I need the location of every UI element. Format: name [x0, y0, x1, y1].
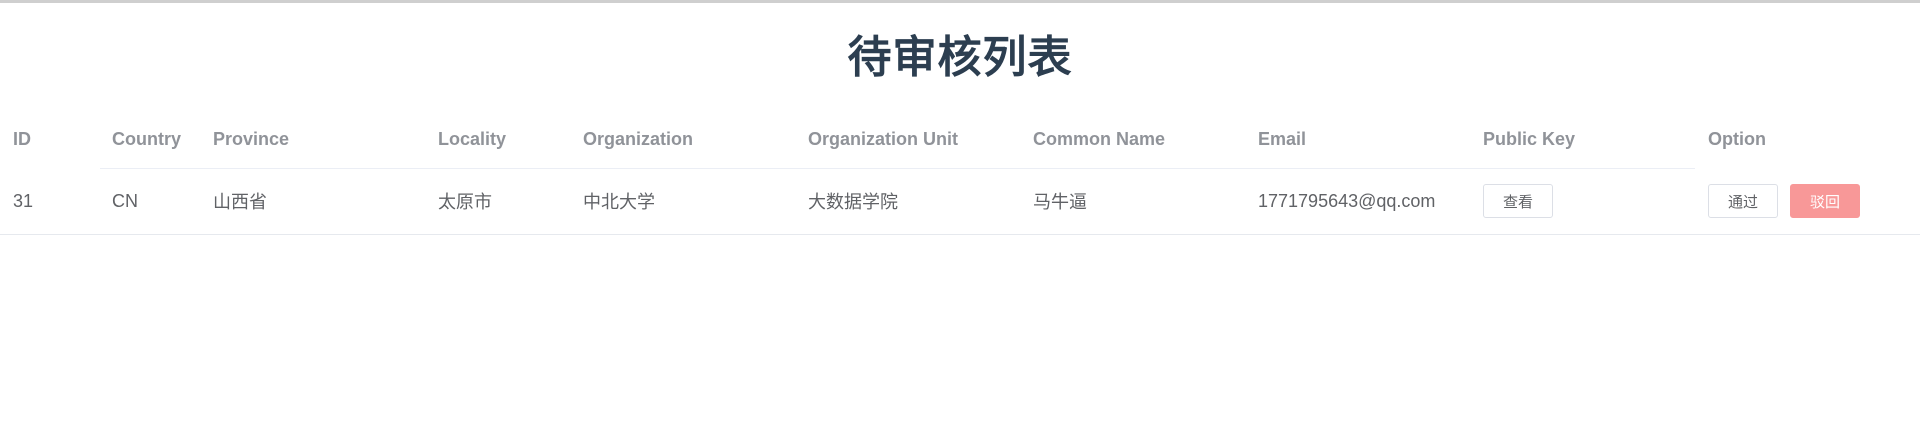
table-row: 31 CN 山西省 太原市 中北大学 大数据学院 马牛逼 1771795643@… — [0, 168, 1920, 235]
cell-email: 1771795643@qq.com — [1258, 190, 1436, 211]
cell-organization-unit: 大数据学院 — [808, 192, 898, 212]
column-header-email: Email — [1258, 128, 1307, 149]
column-header-province: Province — [213, 128, 290, 149]
column-header-organization-unit: Organization Unit — [808, 128, 958, 149]
reject-button[interactable]: 驳回 — [1790, 184, 1860, 218]
cell-id: 31 — [13, 190, 34, 211]
table-header-row: ID Country Province Locality Organizatio… — [0, 110, 1920, 169]
top-border — [0, 0, 1920, 3]
pending-review-table: ID Country Province Locality Organizatio… — [0, 110, 1920, 235]
cell-organization: 中北大学 — [583, 192, 655, 212]
cell-province: 山西省 — [213, 192, 267, 212]
cell-country: CN — [112, 190, 138, 211]
cell-public-key: 查看 — [1483, 168, 1553, 234]
cell-locality: 太原市 — [438, 192, 492, 212]
view-public-key-button[interactable]: 查看 — [1483, 184, 1553, 218]
cell-common-name: 马牛逼 — [1033, 192, 1087, 212]
cell-option: 通过 驳回 — [1708, 168, 1860, 234]
column-header-option: Option — [1708, 128, 1766, 149]
column-header-country: Country — [112, 128, 181, 149]
column-header-common-name: Common Name — [1033, 128, 1166, 149]
column-header-id: ID — [13, 128, 31, 149]
approve-button[interactable]: 通过 — [1708, 184, 1778, 218]
column-header-organization: Organization — [583, 128, 694, 149]
column-header-public-key: Public Key — [1483, 128, 1576, 149]
column-header-locality: Locality — [438, 128, 507, 149]
page-title: 待审核列表 — [847, 33, 1073, 82]
